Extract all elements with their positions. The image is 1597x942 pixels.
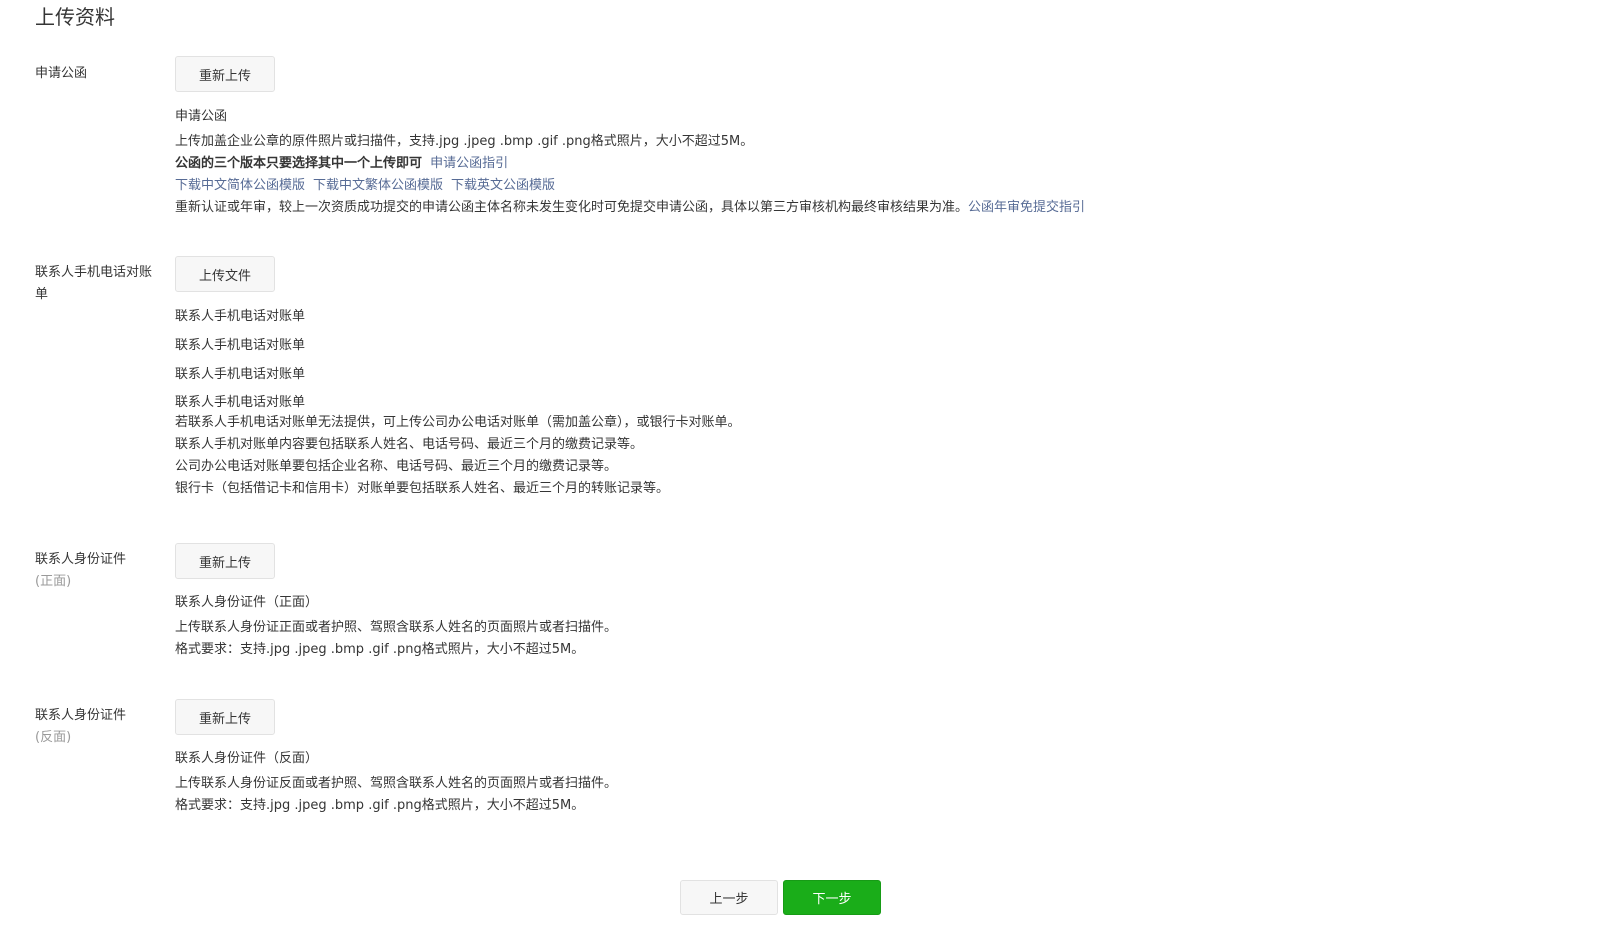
id-back-format: 格式要求：支持.jpg .jpeg .bmp .gif .png格式照片，大小不… bbox=[175, 798, 585, 813]
application-letter-label: 申请公函 bbox=[35, 66, 88, 81]
next-step-button[interactable]: 下一步 bbox=[783, 880, 881, 915]
phone-bill-note: 公司办公电话对账单要包括企业名称、电话号码、最近三个月的缴费记录等。 bbox=[175, 459, 618, 474]
letter-renew-note: 重新认证或年审，较上一次资质成功提交的申请公函主体名称未发生变化时可免提交申请公… bbox=[175, 197, 1375, 219]
reupload-id-front-button[interactable]: 重新上传 bbox=[175, 543, 275, 579]
id-front-info: 联系人身份证件（正面） 上传联系人身份证正面或者护照、驾照含联系人姓名的页面照片… bbox=[175, 592, 1375, 661]
id-back-description: 上传联系人身份证反面或者护照、驾照含联系人姓名的页面照片或者扫描件。 bbox=[175, 776, 618, 791]
phone-bill-note: 联系人手机对账单内容要包括联系人姓名、电话号码、最近三个月的缴费记录等。 bbox=[175, 437, 644, 452]
id-back-label: 联系人身份证件 (反面) bbox=[35, 705, 155, 749]
template-download-links: 下载中文简体公函模版 下载中文繁体公函模版 下载英文公函模版 bbox=[175, 175, 1375, 197]
page-title: 上传资料 bbox=[35, 5, 115, 29]
letter-version-note: 公函的三个版本只要选择其中一个上传即可 申请公函指引 bbox=[175, 153, 1375, 175]
letter-bold-note: 公函的三个版本只要选择其中一个上传即可 bbox=[175, 156, 423, 171]
letter-file-name: 申请公函 bbox=[175, 109, 228, 124]
id-back-label-sub: (反面) bbox=[35, 730, 72, 745]
phone-bill-file-line: 联系人手机电话对账单 bbox=[175, 367, 306, 382]
upload-phone-bill-button[interactable]: 上传文件 bbox=[175, 256, 275, 292]
id-front-label-sub: (正面) bbox=[35, 574, 72, 589]
phone-bill-info: 联系人手机电话对账单 联系人手机电话对账单 联系人手机电话对账单 联系人手机电话… bbox=[175, 302, 1375, 500]
download-traditional-template-link[interactable]: 下载中文繁体公函模版 bbox=[313, 178, 443, 193]
download-simplified-template-link[interactable]: 下载中文简体公函模版 bbox=[175, 178, 305, 193]
letter-guide-link[interactable]: 申请公函指引 bbox=[430, 156, 508, 171]
phone-bill-label: 联系人手机电话对账单 bbox=[35, 265, 153, 302]
phone-bill-file-line: 联系人手机电话对账单 bbox=[175, 338, 306, 353]
application-letter-info: 申请公函 上传加盖企业公章的原件照片或扫描件，支持.jpg .jpeg .bmp… bbox=[175, 106, 1375, 219]
reupload-letter-button[interactable]: 重新上传 bbox=[175, 56, 275, 92]
id-front-format: 格式要求：支持.jpg .jpeg .bmp .gif .png格式照片，大小不… bbox=[175, 642, 585, 657]
id-front-label-text: 联系人身份证件 bbox=[35, 552, 127, 567]
id-front-label: 联系人身份证件 (正面) bbox=[35, 549, 155, 593]
phone-bill-note: 银行卡（包括借记卡和信用卡）对账单要包括联系人姓名、最近三个月的转账记录等。 bbox=[175, 481, 670, 496]
id-front-file-name: 联系人身份证件（正面） bbox=[175, 595, 319, 610]
id-back-label-text: 联系人身份证件 bbox=[35, 708, 127, 723]
phone-bill-note: 若联系人手机电话对账单无法提供，可上传公司办公电话对账单（需加盖公章），或银行卡… bbox=[175, 415, 741, 430]
letter-renew-text: 重新认证或年审，较上一次资质成功提交的申请公函主体名称未发生变化时可免提交申请公… bbox=[175, 200, 969, 215]
id-front-description: 上传联系人身份证正面或者护照、驾照含联系人姓名的页面照片或者扫描件。 bbox=[175, 620, 618, 635]
previous-step-button[interactable]: 上一步 bbox=[680, 880, 778, 915]
letter-renew-guide-link[interactable]: 公函年审免提交指引 bbox=[968, 200, 1085, 215]
reupload-id-back-button[interactable]: 重新上传 bbox=[175, 699, 275, 735]
download-english-template-link[interactable]: 下载英文公函模版 bbox=[451, 178, 555, 193]
phone-bill-file-line: 联系人手机电话对账单 bbox=[175, 309, 306, 324]
id-back-file-name: 联系人身份证件（反面） bbox=[175, 751, 319, 766]
letter-description: 上传加盖企业公章的原件照片或扫描件，支持.jpg .jpeg .bmp .gif… bbox=[175, 134, 754, 149]
id-back-info: 联系人身份证件（反面） 上传联系人身份证反面或者护照、驾照含联系人姓名的页面照片… bbox=[175, 748, 1375, 817]
